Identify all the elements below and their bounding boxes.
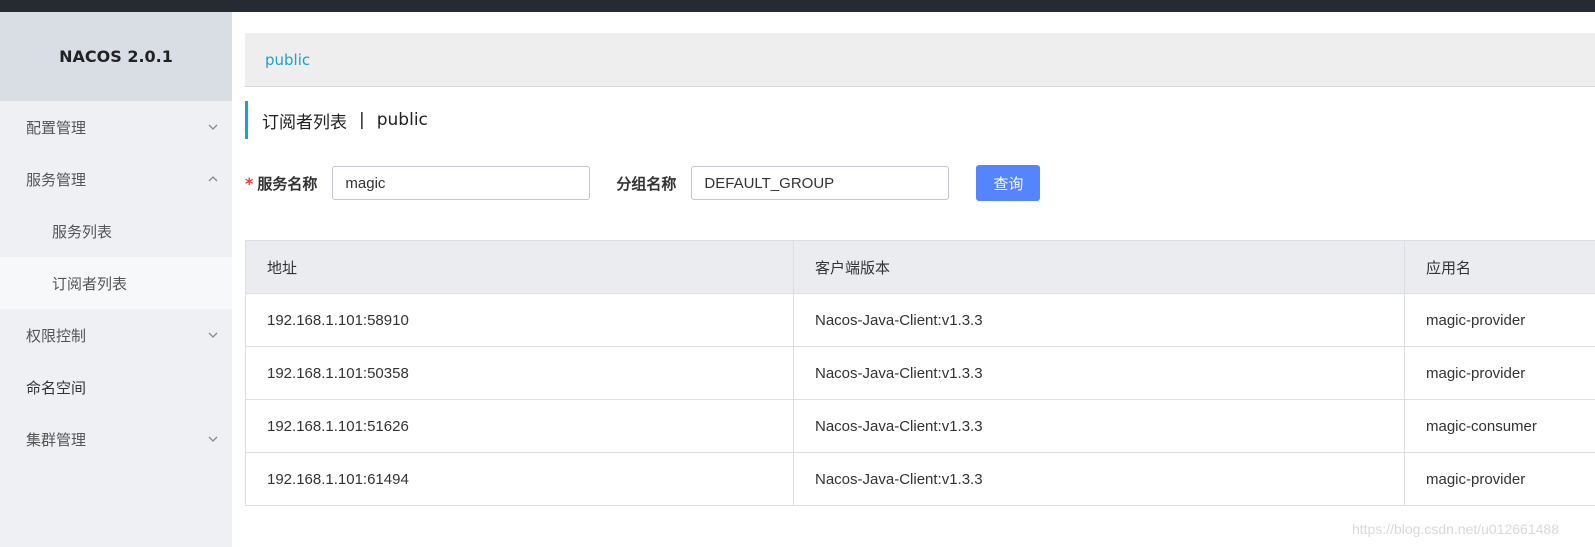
subscriber-table: 地址 客户端版本 应用名 192.168.1.101:58910 Nacos-J…	[245, 240, 1595, 506]
sidebar-item-namespace[interactable]: 命名空间	[0, 361, 232, 413]
top-bar	[0, 0, 1595, 12]
sidebar-item-config[interactable]: 配置管理	[0, 101, 232, 153]
cell-app-name: magic-provider	[1404, 346, 1595, 400]
group-name-input[interactable]	[691, 166, 950, 200]
sidebar-item-service[interactable]: 服务管理	[0, 153, 232, 205]
watermark-text: https://blog.csdn.net/u012661488	[1351, 521, 1559, 537]
cell-client-version: Nacos-Java-Client:v1.3.3	[793, 293, 1405, 347]
cell-address: 192.168.1.101:50358	[245, 346, 794, 400]
sidebar-item-subscriber-list[interactable]: 订阅者列表	[0, 257, 232, 309]
namespace-bar: public	[245, 33, 1595, 87]
page-title-namespace: public	[376, 110, 428, 130]
column-header-app-name: 应用名	[1404, 240, 1595, 294]
sidebar-item-service-list[interactable]: 服务列表	[0, 205, 232, 257]
sidebar-item-label: 集群管理	[26, 430, 87, 449]
cell-client-version: Nacos-Java-Client:v1.3.3	[793, 399, 1405, 453]
column-header-client-version: 客户端版本	[793, 240, 1405, 294]
page-title-text: 订阅者列表	[262, 112, 347, 133]
app-brand: NACOS 2.0.1	[0, 12, 232, 101]
chevron-down-icon	[207, 121, 219, 133]
sidebar-item-label: 服务管理	[26, 170, 87, 189]
column-header-address: 地址	[245, 240, 794, 294]
cell-app-name: magic-provider	[1404, 293, 1595, 347]
table-row: 192.168.1.101:51626 Nacos-Java-Client:v1…	[245, 399, 1595, 453]
page-title-separator: |	[359, 110, 365, 130]
group-name-label: 分组名称	[616, 174, 677, 193]
sidebar-item-label: 服务列表	[52, 222, 113, 241]
filter-bar: * 服务名称 分组名称 查询	[245, 165, 1041, 201]
table-row: 192.168.1.101:61494 Nacos-Java-Client:v1…	[245, 452, 1595, 506]
cell-address: 192.168.1.101:61494	[245, 452, 794, 506]
service-name-label: 服务名称	[257, 174, 318, 193]
chevron-up-icon	[207, 173, 219, 185]
cell-client-version: Nacos-Java-Client:v1.3.3	[793, 346, 1405, 400]
cell-app-name: magic-consumer	[1404, 399, 1595, 453]
sidebar-item-cluster[interactable]: 集群管理	[0, 413, 232, 465]
chevron-down-icon	[207, 329, 219, 341]
sidebar-item-label: 配置管理	[26, 118, 87, 137]
table-row: 192.168.1.101:50358 Nacos-Java-Client:v1…	[245, 346, 1595, 400]
cell-app-name: magic-provider	[1404, 452, 1595, 506]
sidebar-item-permission[interactable]: 权限控制	[0, 309, 232, 361]
cell-address: 192.168.1.101:58910	[245, 293, 794, 347]
sidebar-item-label: 订阅者列表	[52, 274, 128, 293]
cell-client-version: Nacos-Java-Client:v1.3.3	[793, 452, 1405, 506]
sidebar: NACOS 2.0.1 配置管理 服务管理 服务列表 订阅者列表 权限控制 命名…	[0, 12, 232, 547]
page-title: 订阅者列表 | public	[245, 101, 428, 139]
chevron-down-icon	[207, 433, 219, 445]
namespace-link[interactable]: public	[265, 51, 310, 69]
sidebar-item-label: 权限控制	[26, 326, 87, 345]
service-name-input[interactable]	[332, 166, 591, 200]
cell-address: 192.168.1.101:51626	[245, 399, 794, 453]
query-button[interactable]: 查询	[976, 165, 1041, 201]
main-content: public 订阅者列表 | public * 服务名称 分组名称 查询 地址 …	[245, 33, 1595, 506]
sidebar-item-label: 命名空间	[26, 378, 87, 397]
required-mark: *	[245, 173, 254, 193]
table-header-row: 地址 客户端版本 应用名	[245, 240, 1595, 294]
table-row: 192.168.1.101:58910 Nacos-Java-Client:v1…	[245, 293, 1595, 347]
